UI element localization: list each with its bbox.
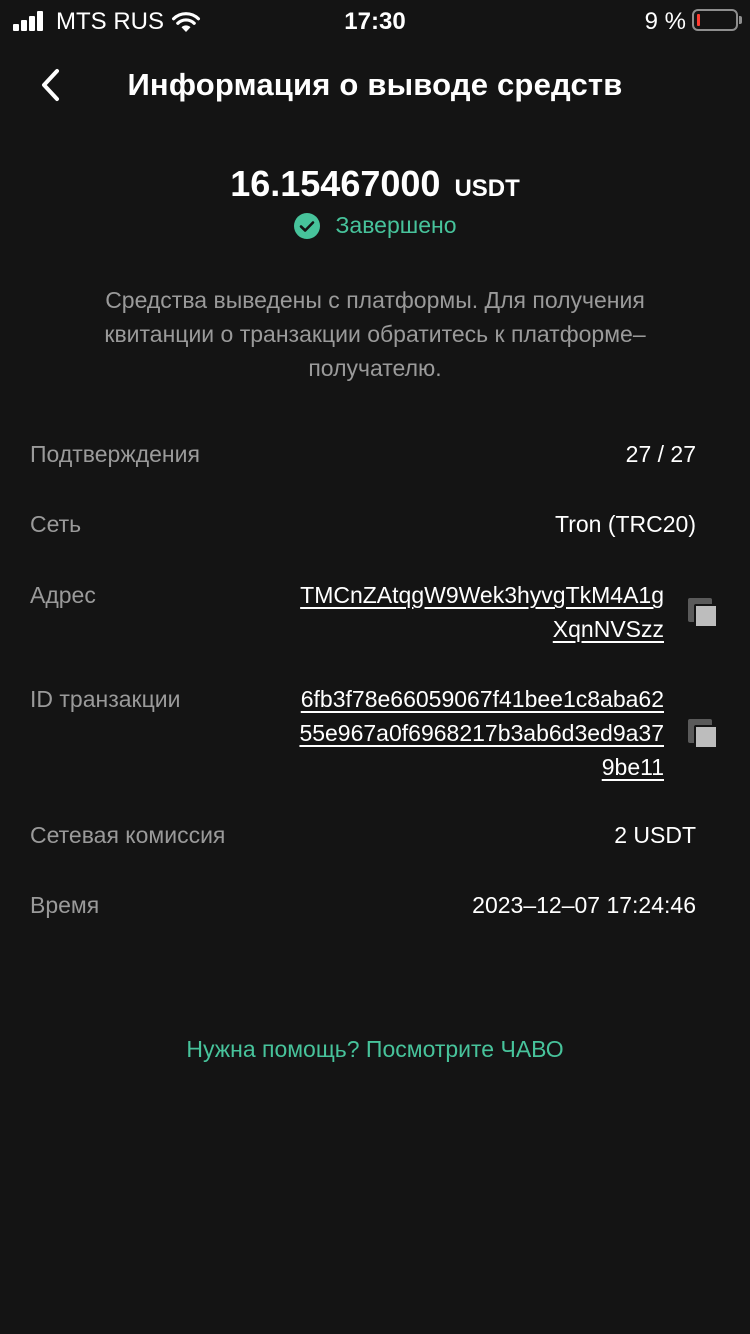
time-value: 2023–12–07 17:24:46 (472, 892, 696, 918)
row-address: Адрес TMCnZAtqgW9Wek3hyvgTkM4A1g XqnNVSz… (30, 578, 720, 648)
row-network: Сеть Tron (TRC20) (30, 511, 720, 545)
status-badge: Завершено (0, 212, 750, 239)
row-time: Время 2023–12–07 17:24:46 (30, 892, 720, 926)
info-note: Средства выведены с платформы. Для получ… (104, 287, 646, 381)
status-text: Завершено (335, 212, 457, 238)
row-network-fee: Сетевая комиссия 2 USDT (30, 822, 720, 856)
network-label: Сеть (30, 511, 82, 537)
row-confirmations: Подтверждения 27 / 27 (30, 441, 720, 475)
txid-line: 9be11 (601, 754, 664, 780)
time-label: Время (30, 892, 100, 918)
amount-currency: USDT (454, 175, 520, 202)
network-value: Tron (TRC20) (555, 511, 696, 537)
confirmations-value: 27 / 27 (625, 441, 696, 467)
nav-header: Информация о выводе средств (0, 40, 750, 130)
battery-percent: 9 % (644, 8, 686, 35)
txid-label: ID транзакции (30, 686, 181, 712)
status-bar: MTS RUS 17:30 9 % (0, 0, 750, 40)
help-faq-link[interactable]: Нужна помощь? Посмотрите ЧАВО (0, 1036, 750, 1063)
copy-address-button[interactable] (688, 598, 720, 630)
txid-line: 55e967a0f6968217b3ab6d3ed9a37 (299, 720, 664, 746)
status-time: 17:30 (344, 8, 406, 35)
address-line: TMCnZAtqgW9Wek3hyvgTkM4A1g (300, 582, 664, 608)
address-link[interactable]: TMCnZAtqgW9Wek3hyvgTkM4A1g XqnNVSzz (244, 578, 664, 646)
txid-link[interactable]: 6fb3f78e66059067f41bee1c8aba62 55e967a0f… (244, 682, 664, 784)
withdrawal-amount: 16.15467000 (230, 163, 441, 204)
page-title: Информация о выводе средств (127, 67, 623, 102)
row-transaction-id: ID транзакции 6fb3f78e66059067f41bee1c8a… (30, 682, 720, 786)
address-line: XqnNVSzz (552, 616, 664, 642)
address-label: Адрес (30, 582, 96, 608)
fee-value: 2 USDT (614, 822, 696, 848)
confirmations-label: Подтверждения (30, 441, 200, 467)
amount-block: 16.15467000 USDT (0, 163, 750, 205)
check-circle-icon (293, 212, 320, 239)
battery-level (697, 14, 700, 26)
fee-label: Сетевая комиссия (30, 822, 226, 848)
screen: MTS RUS 17:30 9 % Информация о выводе ср… (0, 0, 750, 1334)
battery-icon (692, 9, 742, 31)
txid-line: 6fb3f78e66059067f41bee1c8aba62 (300, 686, 664, 712)
copy-txid-button[interactable] (688, 719, 720, 751)
